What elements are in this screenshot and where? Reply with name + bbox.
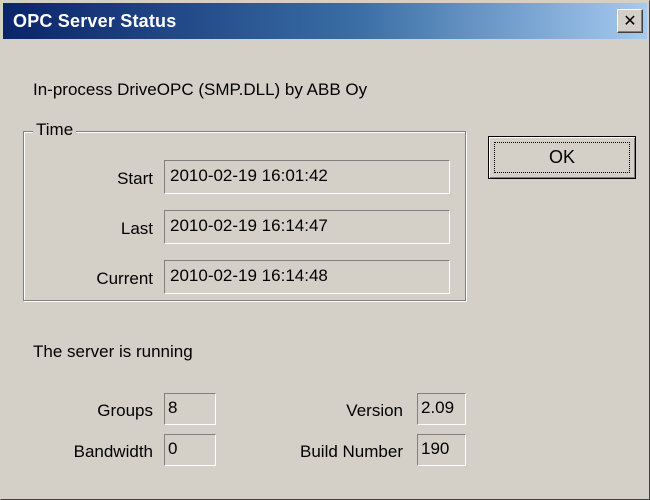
title-bar[interactable]: OPC Server Status ✕	[3, 3, 647, 39]
last-label: Last	[120, 219, 153, 238]
current-time-field: 2010-02-19 16:14:48	[164, 260, 450, 294]
ok-button[interactable]: OK	[488, 136, 636, 179]
ok-button-label: OK	[548, 147, 575, 167]
version-label: Version	[346, 401, 403, 420]
groups-field: 8	[164, 393, 216, 425]
start-label: Start	[117, 169, 153, 188]
server-status-text: The server is running	[33, 342, 193, 361]
bandwidth-field: 0	[164, 434, 216, 466]
server-description: In-process DriveOPC (SMP.DLL) by ABB Oy	[33, 80, 368, 99]
opc-server-status-dialog: OPC Server Status ✕ In-process DriveOPC …	[0, 0, 650, 500]
close-button[interactable]: ✕	[617, 9, 643, 33]
groups-label: Groups	[97, 401, 153, 420]
build-number-label: Build Number	[300, 442, 403, 461]
last-time-field: 2010-02-19 16:14:47	[164, 210, 450, 244]
close-icon: ✕	[623, 11, 637, 30]
build-number-field: 190	[417, 434, 466, 466]
start-time-field: 2010-02-19 16:01:42	[164, 160, 450, 194]
bandwidth-label: Bandwidth	[73, 442, 153, 461]
window-title: OPC Server Status	[13, 11, 177, 31]
version-field: 2.09	[417, 393, 466, 425]
time-group-legend: Time	[33, 119, 77, 141]
current-label: Current	[96, 269, 153, 288]
